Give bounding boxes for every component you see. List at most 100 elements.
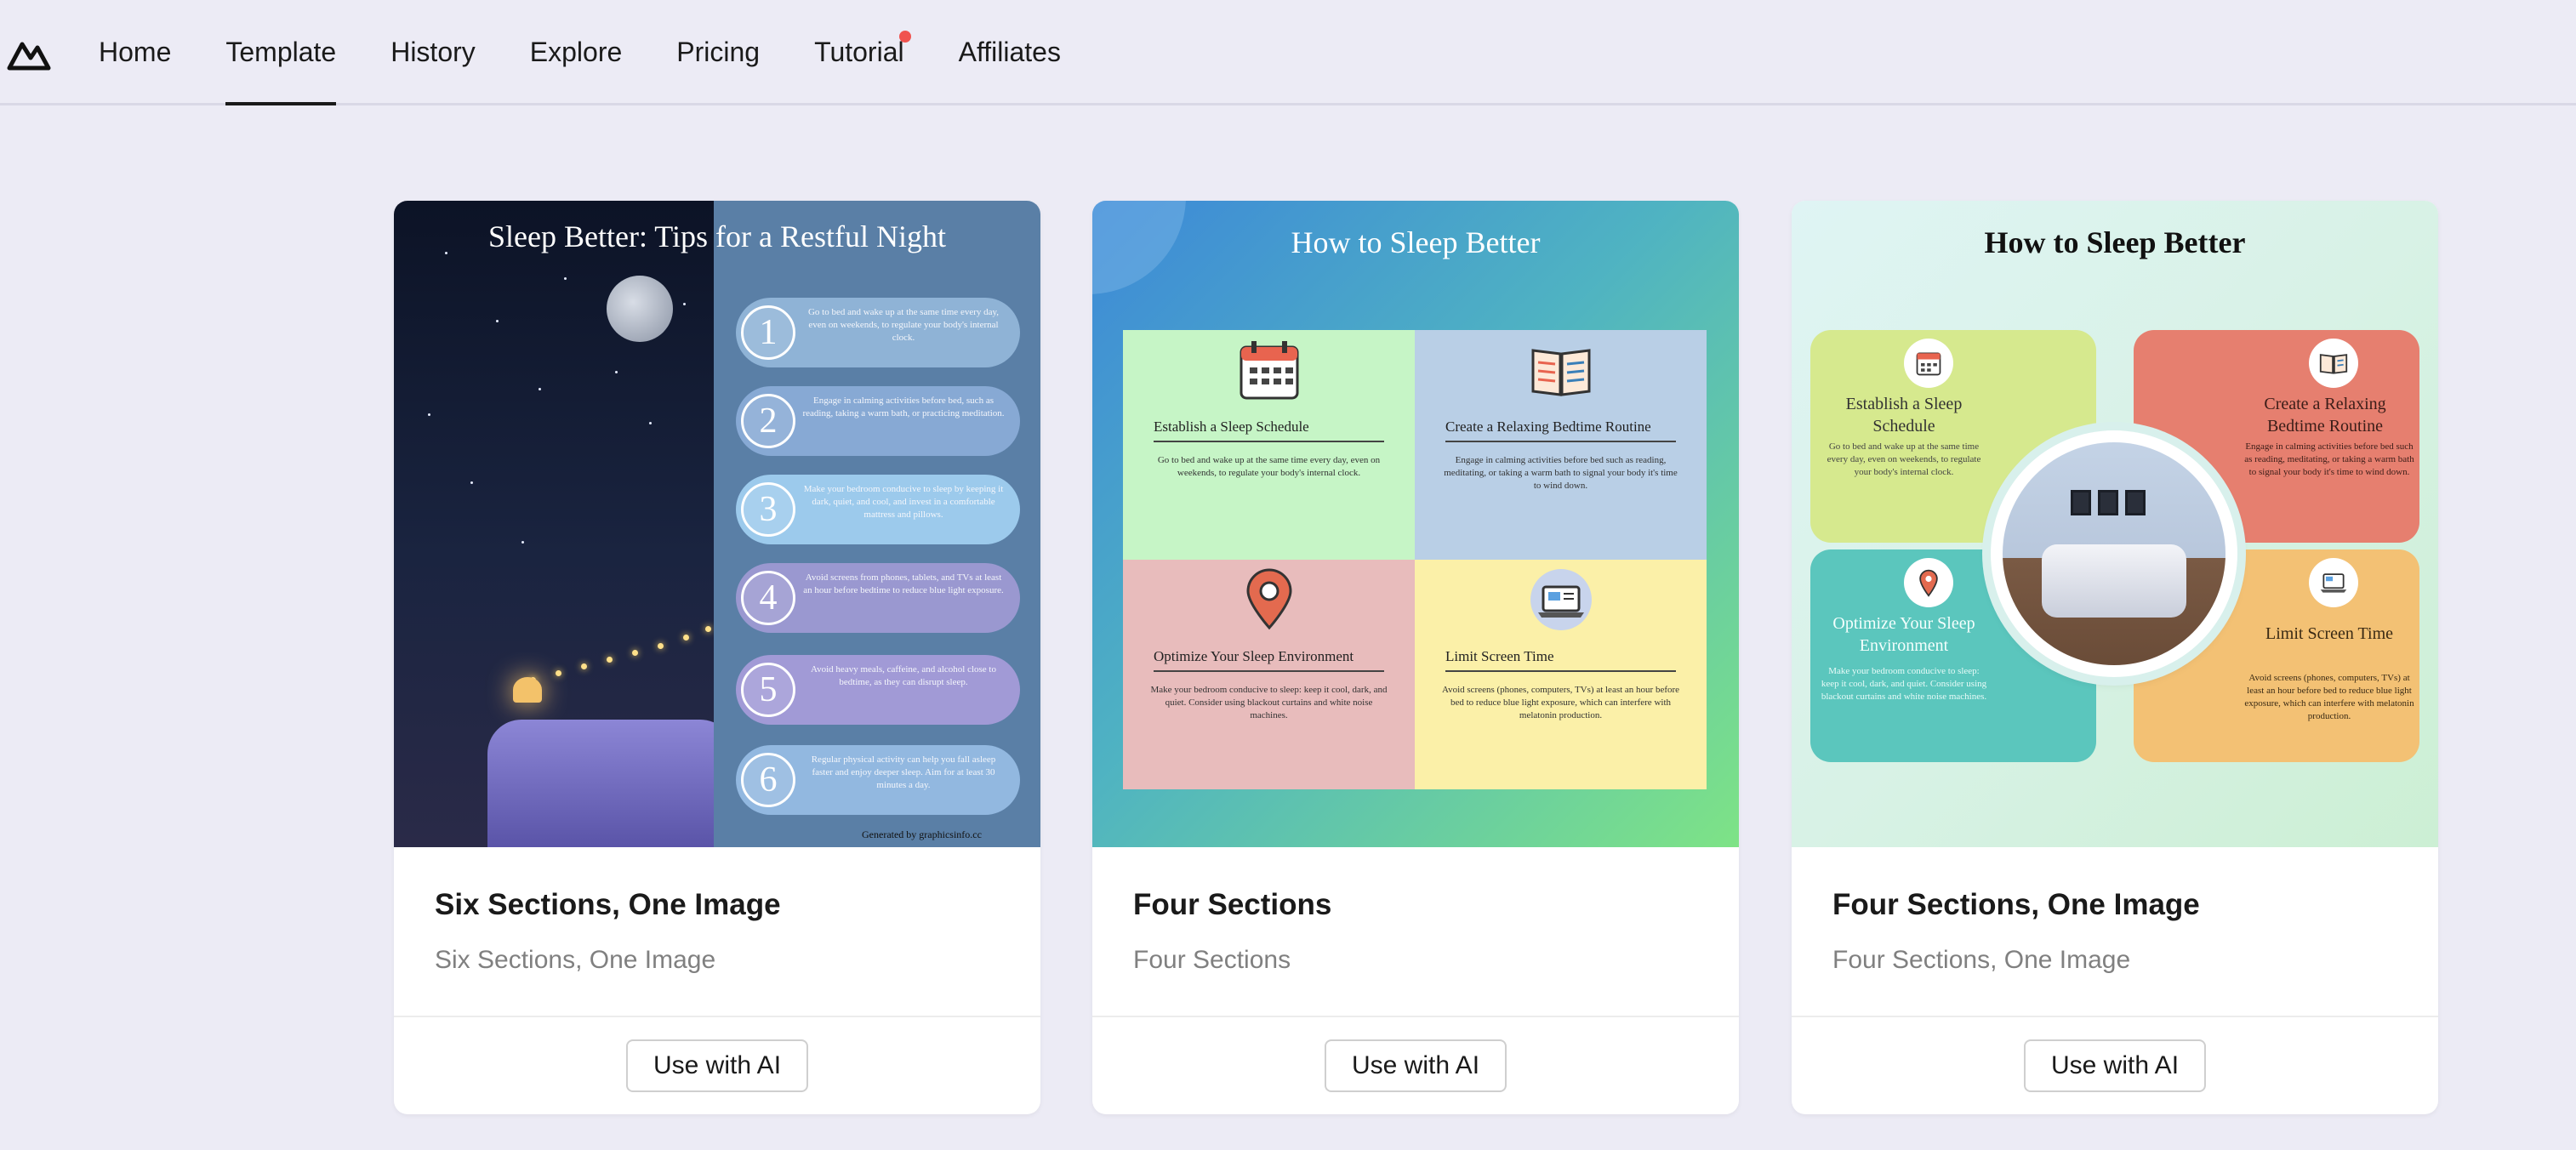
bedroom-image: [2003, 442, 2226, 665]
section-heading: Optimize Your Sleep Environment: [1832, 614, 1975, 655]
nav-item-template[interactable]: Template: [225, 0, 336, 105]
card-divider: [394, 1016, 1040, 1017]
section-text: Engage in calming activities before bed …: [2244, 441, 2414, 477]
nav-item-pricing[interactable]: Pricing: [676, 0, 760, 105]
nav-item-label: Pricing: [676, 37, 761, 67]
section-text: Avoid screens (phones, computers, TVs) a…: [1441, 685, 1680, 720]
tip-item: 6 Regular physical activity can help you…: [736, 745, 1020, 815]
location-pin-icon: [1904, 558, 1953, 607]
nav-item-label: Template: [225, 37, 337, 67]
star-icon: [615, 371, 618, 373]
tip-text: Engage in calming activities before bed,…: [802, 396, 1005, 418]
tip-number: 3: [741, 482, 795, 537]
nav-item-label: Tutorial: [814, 37, 904, 67]
nav-item-home[interactable]: Home: [99, 0, 171, 105]
calendar-icon: [1904, 339, 1953, 388]
notification-dot: [898, 31, 911, 43]
nav-item-history[interactable]: History: [390, 0, 476, 105]
lamp-icon: [513, 677, 542, 703]
section-heading: Establish a Sleep Schedule: [1154, 418, 1384, 442]
template-card-six-sections[interactable]: Sleep Better: Tips for a Restful Night 1…: [394, 201, 1040, 1114]
tip-number: 5: [741, 663, 795, 717]
nav-item-label: Affiliates: [958, 37, 1061, 67]
tip-text: Go to bed and wake up at the same time e…: [807, 307, 1000, 343]
tip-text: Avoid screens from phones, tablets, and …: [803, 572, 1004, 595]
card-divider: [1092, 1016, 1739, 1017]
star-icon: [470, 481, 473, 484]
book-icon: [2309, 339, 2358, 388]
card-subtitle: Six Sections, One Image: [435, 946, 716, 974]
location-pin-icon: [1245, 568, 1292, 630]
top-navbar: Home Template History Explore Pricing Tu…: [0, 0, 2576, 105]
logo-icon[interactable]: [7, 34, 51, 73]
template-card-four-sections[interactable]: How to Sleep Better Establish a Sleep Sc…: [1092, 201, 1739, 1114]
tip-text: Regular physical activity can help you f…: [811, 754, 996, 790]
string-light-icon: [556, 670, 561, 676]
tip-item: 2 Engage in calming activities before be…: [736, 386, 1020, 456]
section-heading: Create a Relaxing Bedtime Routine: [2264, 395, 2386, 436]
section-heading: Limit Screen Time: [1445, 648, 1676, 672]
bedroom-photo: [1991, 430, 2237, 677]
star-icon: [496, 320, 499, 322]
star-icon: [683, 303, 686, 305]
bed-illustration: [487, 720, 734, 847]
tip-text: Avoid heavy meals, caffeine, and alcohol…: [811, 664, 996, 687]
string-light-icon: [632, 650, 638, 656]
preview-footer: Generated by graphicsinfo.cc: [862, 828, 982, 840]
section-text: Make your bedroom conducive to sleep: ke…: [1821, 666, 1987, 702]
star-icon: [539, 388, 541, 390]
use-with-ai-button[interactable]: Use with AI: [625, 1039, 809, 1092]
preview-title: Sleep Better: Tips for a Restful Night: [488, 219, 946, 253]
nav-item-affiliates[interactable]: Affiliates: [959, 0, 1061, 105]
section-cell: Optimize Your Sleep Environment Make you…: [1123, 560, 1415, 789]
section-text: Go to bed and wake up at the same time e…: [1827, 441, 1981, 477]
card-divider: [1792, 1016, 2438, 1017]
section-text: Avoid screens (phones, computers, TVs) a…: [2244, 673, 2414, 721]
template-preview-image[interactable]: How to Sleep Better Establish a Sleep Sc…: [1792, 201, 2438, 847]
tip-item: 1 Go to bed and wake up at the same time…: [736, 298, 1020, 367]
preview-title: How to Sleep Better: [1291, 225, 1541, 259]
string-light-icon: [581, 663, 587, 669]
sections-grid: Establish a Sleep Schedule Go to bed and…: [1123, 330, 1707, 789]
nav-item-explore[interactable]: Explore: [530, 0, 623, 105]
star-icon: [521, 541, 524, 544]
section-text: Make your bedroom conducive to sleep: ke…: [1150, 685, 1388, 720]
section-heading: Create a Relaxing Bedtime Routine: [1445, 418, 1676, 442]
string-light-icon: [658, 643, 664, 649]
bed-illustration: [2042, 544, 2186, 618]
card-subtitle: Four Sections: [1133, 946, 1291, 974]
template-preview-image[interactable]: How to Sleep Better Establish a Sleep Sc…: [1092, 201, 1739, 847]
nav-item-label: History: [390, 37, 476, 67]
star-icon: [428, 413, 430, 416]
card-title: Four Sections: [1133, 888, 1332, 921]
string-light-icon: [705, 626, 711, 632]
section-cell: Create a Relaxing Bedtime Routine Engage…: [1415, 330, 1707, 560]
tip-number: 2: [741, 394, 795, 448]
book-icon: [1531, 349, 1590, 396]
wall-frame: [2071, 490, 2091, 515]
section-cell: Establish a Sleep Schedule Go to bed and…: [1123, 330, 1415, 560]
night-sky-illustration: [394, 201, 734, 847]
tip-item: 4 Avoid screens from phones, tablets, an…: [736, 563, 1020, 633]
nav-item-tutorial[interactable]: Tutorial: [814, 0, 911, 105]
laptop-icon: [1530, 569, 1592, 630]
section-heading: Limit Screen Time: [2265, 624, 2393, 643]
tip-item: 3 Make your bedroom conducive to sleep b…: [736, 475, 1020, 544]
calendar-icon: [1240, 341, 1298, 400]
section-text: Engage in calming activities before bed …: [1444, 455, 1678, 491]
star-icon: [649, 422, 652, 424]
nav-item-label: Home: [99, 37, 172, 67]
tip-number: 1: [741, 305, 795, 360]
nav-menu: Home Template History Explore Pricing Tu…: [99, 0, 1115, 105]
use-with-ai-button[interactable]: Use with AI: [1324, 1039, 1507, 1092]
laptop-icon: [2309, 558, 2358, 607]
section-heading: Optimize Your Sleep Environment: [1154, 648, 1384, 672]
card-subtitle: Four Sections, One Image: [1832, 946, 2131, 974]
template-preview-image[interactable]: Sleep Better: Tips for a Restful Night 1…: [394, 201, 1040, 847]
card-title: Four Sections, One Image: [1832, 888, 2200, 921]
template-card-four-sections-one-image[interactable]: How to Sleep Better Establish a Sleep Sc…: [1792, 201, 2438, 1114]
tip-number: 6: [741, 753, 795, 807]
wall-frame: [2125, 490, 2146, 515]
section-heading: Establish a Sleep Schedule: [1845, 395, 1963, 436]
use-with-ai-button[interactable]: Use with AI: [2023, 1039, 2207, 1092]
